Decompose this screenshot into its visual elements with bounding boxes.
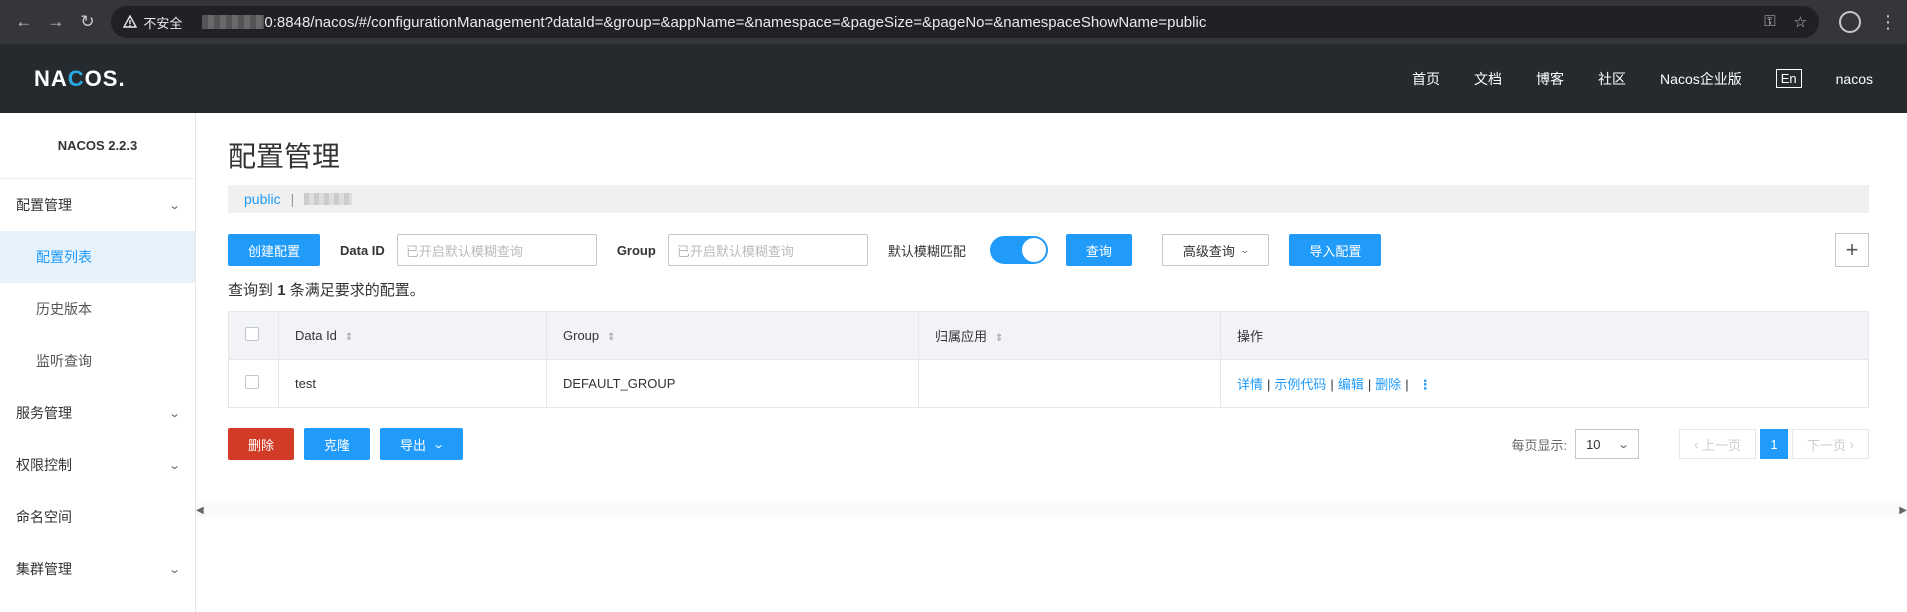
col-dataid[interactable]: Data Id ⇕ xyxy=(278,311,547,360)
advanced-query-button[interactable]: 高级查询 ⌄ xyxy=(1161,234,1270,266)
sort-icon[interactable]: ⇕ xyxy=(607,332,615,343)
reload-icon[interactable]: ↻ xyxy=(74,8,102,36)
import-config-button[interactable]: 导入配置 xyxy=(1289,234,1382,266)
detail-link[interactable]: 详情 xyxy=(1237,377,1263,392)
namespace-redacted[interactable] xyxy=(304,193,353,205)
chevron-down-icon: ⌄ xyxy=(167,199,181,212)
namespace-public[interactable]: public xyxy=(244,191,281,207)
scroll-left-icon[interactable]: ◀ xyxy=(196,505,204,516)
col-ops: 操作 xyxy=(1220,311,1869,360)
forward-icon[interactable]: → xyxy=(42,8,70,36)
address-bar[interactable]: 不安全 0:8848/nacos/#/configurationManageme… xyxy=(111,6,1820,38)
nav-community[interactable]: 社区 xyxy=(1598,69,1626,89)
main-content: 配置管理 public | 创建配置 Data ID 已开启默认模糊查询 Gro… xyxy=(196,113,1907,612)
page-number[interactable]: 1 xyxy=(1760,429,1789,459)
table-header-row: Data Id ⇕ Group ⇕ 归属应用 ⇕ 操作 xyxy=(228,311,1869,360)
sidebar-group-cluster[interactable]: 集群管理 ⌄ xyxy=(0,543,195,595)
back-icon[interactable]: ← xyxy=(10,8,38,36)
cell-dataid: test xyxy=(278,359,547,408)
nav-home[interactable]: 首页 xyxy=(1412,69,1440,89)
chevron-right-icon: › xyxy=(1846,436,1854,452)
chevron-down-icon: ⌄ xyxy=(1239,244,1250,255)
fuzzy-toggle[interactable] xyxy=(989,236,1048,264)
sidebar: NACOS 2.2.3 配置管理 ⌄ 配置列表 历史版本 监听查询 服务管理 ⌄… xyxy=(0,113,196,612)
row-checkbox[interactable] xyxy=(245,375,259,389)
sidebar-group-config[interactable]: 配置管理 ⌄ xyxy=(0,179,195,231)
chevron-down-icon: ⌄ xyxy=(1617,438,1630,451)
key-icon[interactable]: ⚿ xyxy=(1764,13,1775,31)
col-app[interactable]: 归属应用 ⇕ xyxy=(918,311,1221,360)
sidebar-item-listener[interactable]: 监听查询 xyxy=(0,335,195,387)
chevron-down-icon: ⌄ xyxy=(432,438,446,451)
edit-link[interactable]: 编辑 xyxy=(1338,377,1364,392)
browser-toolbar: ← → ↻ 不安全 0:8848/nacos/#/configurationMa… xyxy=(0,0,1907,44)
security-label: 不安全 xyxy=(143,15,183,31)
batch-delete-button[interactable]: 删除 xyxy=(228,428,295,460)
page-size-label: 每页显示: xyxy=(1511,437,1568,453)
sidebar-item-config-list[interactable]: 配置列表 xyxy=(0,231,195,283)
cell-ops: 详情 | 示例代码 | 编辑 | 删除 | ⋮ xyxy=(1220,359,1869,408)
nacos-logo[interactable]: NACOS. xyxy=(34,66,126,92)
query-toolbar: 创建配置 Data ID 已开启默认模糊查询 Group 已开启默认模糊查询 默… xyxy=(228,233,1869,267)
security-chip[interactable]: 不安全 xyxy=(123,13,192,32)
app-header: NACOS. 首页 文档 博客 社区 Nacos企业版 En nacos xyxy=(0,44,1907,113)
nav-enterprise[interactable]: Nacos企业版 xyxy=(1660,69,1742,89)
scroll-right-icon[interactable]: ▶ xyxy=(1899,505,1907,516)
sort-icon[interactable]: ⇕ xyxy=(345,332,353,343)
url-text[interactable]: 0:8848/nacos/#/configurationManagement?d… xyxy=(264,14,1206,31)
result-count: 1 xyxy=(277,282,286,299)
profile-icon[interactable] xyxy=(1839,11,1861,33)
nav-docs[interactable]: 文档 xyxy=(1474,69,1502,89)
prev-page-button[interactable]: ‹ 上一页 xyxy=(1679,429,1757,459)
config-table: Data Id ⇕ Group ⇕ 归属应用 ⇕ 操作 test DEFAULT_GR… xyxy=(228,311,1869,408)
clone-button[interactable]: 克隆 xyxy=(304,428,371,460)
bottom-actions: 删除 克隆 导出 ⌄ 每页显示: 10 ⌄ ‹ 上一页 1 下一页 › xyxy=(228,428,1869,460)
sidebar-group-auth[interactable]: 权限控制 ⌄ xyxy=(0,439,195,491)
dataid-label: Data ID xyxy=(340,242,385,258)
fuzzy-label: 默认模糊匹配 xyxy=(887,243,966,259)
page-size-select[interactable]: 10 ⌄ xyxy=(1575,429,1640,459)
sidebar-item-namespace[interactable]: 命名空间 xyxy=(0,491,195,543)
sidebar-group-service[interactable]: 服务管理 ⌄ xyxy=(0,387,195,439)
group-input[interactable]: 已开启默认模糊查询 xyxy=(667,234,868,266)
next-page-button[interactable]: 下一页 › xyxy=(1792,429,1869,459)
browser-menu-icon[interactable]: ⋮ xyxy=(1879,12,1897,33)
create-config-button[interactable]: 创建配置 xyxy=(228,234,321,266)
sample-code-link[interactable]: 示例代码 xyxy=(1274,377,1326,392)
page-title: 配置管理 xyxy=(228,141,341,172)
col-group[interactable]: Group ⇕ xyxy=(546,311,919,360)
warning-icon xyxy=(123,15,138,28)
more-icon[interactable]: ⋮ xyxy=(1419,377,1432,392)
dataid-input[interactable]: 已开启默认模糊查询 xyxy=(396,234,597,266)
export-button[interactable]: 导出 ⌄ xyxy=(380,428,464,460)
add-icon[interactable]: + xyxy=(1835,233,1869,267)
pagination: 每页显示: 10 ⌄ ‹ 上一页 1 下一页 › xyxy=(1511,429,1869,459)
star-icon[interactable]: ☆ xyxy=(1794,13,1807,31)
user-menu[interactable]: nacos xyxy=(1836,71,1873,87)
chevron-left-icon: ‹ xyxy=(1694,436,1703,452)
language-toggle[interactable]: En xyxy=(1775,69,1802,88)
cell-group: DEFAULT_GROUP xyxy=(546,359,919,408)
version-label: NACOS 2.2.3 xyxy=(0,113,195,179)
horizontal-scrollbar[interactable]: ◀ ▶ xyxy=(196,503,1907,517)
sort-icon[interactable]: ⇕ xyxy=(995,333,1003,344)
chevron-down-icon: ⌄ xyxy=(167,563,181,576)
chevron-down-icon: ⌄ xyxy=(167,407,181,420)
redacted-host xyxy=(202,15,265,29)
query-button[interactable]: 查询 xyxy=(1065,234,1132,266)
header-nav: 首页 文档 博客 社区 Nacos企业版 En nacos xyxy=(1412,69,1873,89)
cell-app xyxy=(918,359,1221,408)
table-row: test DEFAULT_GROUP 详情 | 示例代码 | 编辑 | 删除 | ⋮ xyxy=(228,359,1869,408)
namespace-separator: | xyxy=(290,191,295,207)
chevron-down-icon: ⌄ xyxy=(167,459,181,472)
sidebar-item-history[interactable]: 历史版本 xyxy=(0,283,195,335)
nav-blog[interactable]: 博客 xyxy=(1536,69,1564,89)
group-label: Group xyxy=(616,242,656,258)
delete-link[interactable]: 删除 xyxy=(1375,377,1401,392)
select-all-checkbox[interactable] xyxy=(245,327,259,341)
namespace-bar: public | xyxy=(228,185,1869,213)
result-summary: 查询到 1 条满足要求的配置。 xyxy=(228,282,425,299)
